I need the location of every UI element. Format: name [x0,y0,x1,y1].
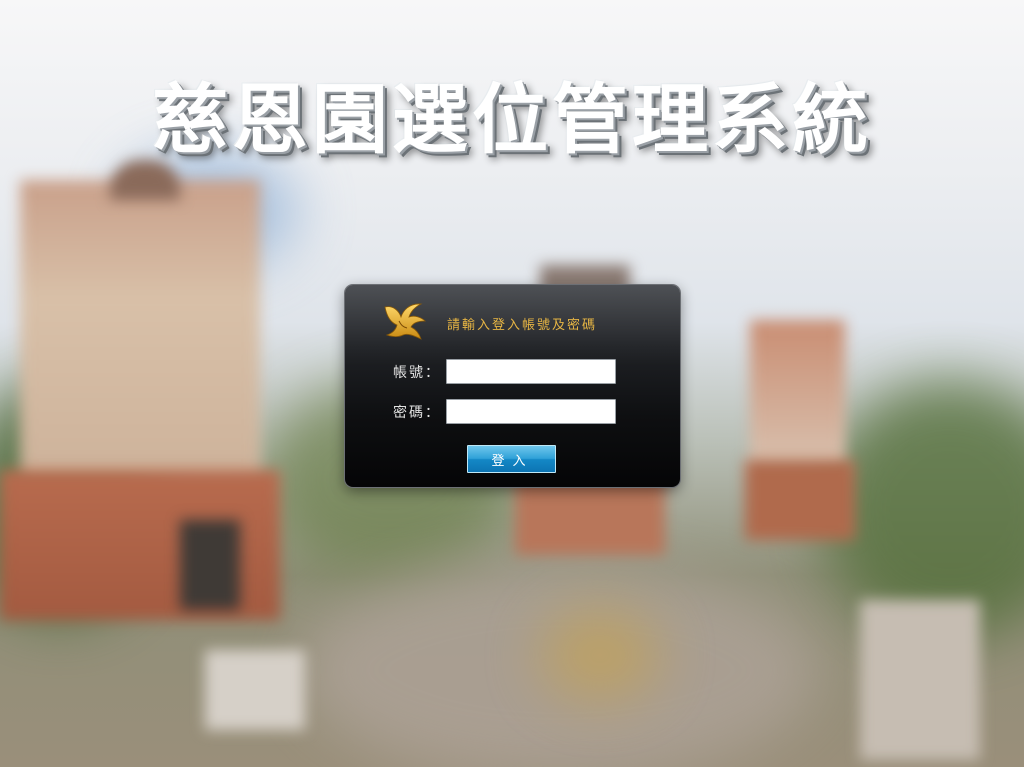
login-panel: 請輸入登入帳號及密碼 帳號： 密碼： 登入 [345,285,680,487]
password-input[interactable] [446,399,616,424]
phoenix-logo-icon [384,303,426,340]
page-title: 慈恩園選位管理系統 [152,75,872,164]
login-button[interactable]: 登入 [467,445,556,473]
password-label: 密碼： [393,405,441,421]
account-label: 帳號： [393,365,441,381]
login-prompt: 請輸入登入帳號及密碼 [447,318,598,333]
account-input[interactable] [446,359,616,384]
